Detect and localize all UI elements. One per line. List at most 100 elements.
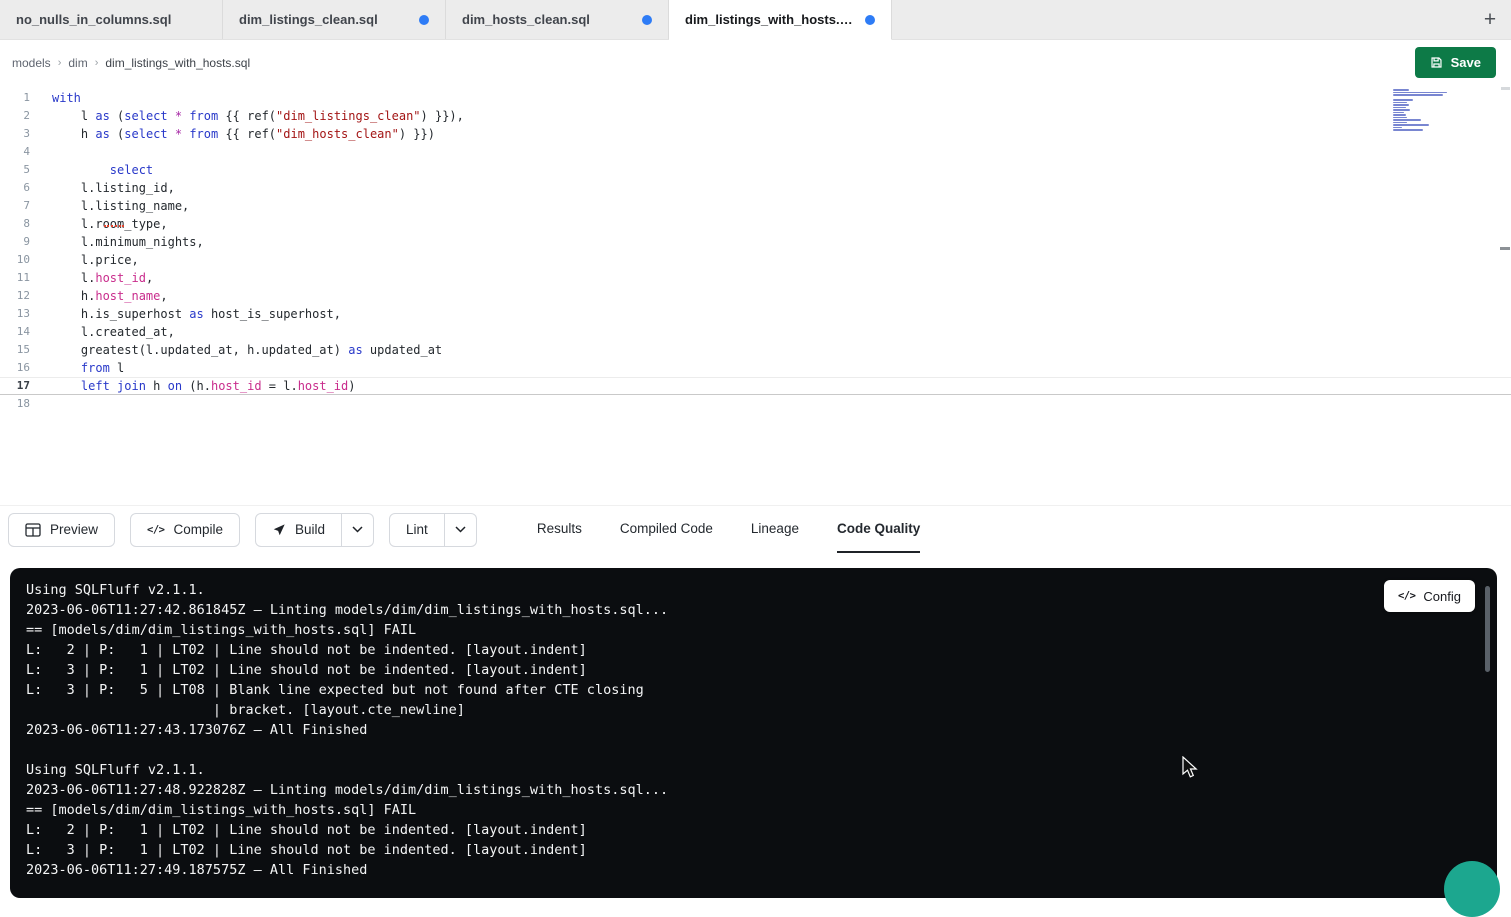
code-line[interactable]: 5 select [0, 161, 1511, 179]
build-split-button: Build [255, 513, 374, 547]
code-text: greatest(l.updated_at, h.updated_at) as … [52, 341, 442, 359]
build-button[interactable]: Build [255, 513, 342, 547]
terminal-line: L: 2 | P: 1 | LT02 | Line should not be … [26, 640, 1481, 660]
code-line[interactable]: 13 h.is_superhost as host_is_superhost, [0, 305, 1511, 323]
code-text: select [52, 161, 153, 179]
terminal-line [26, 740, 1481, 760]
file-tab-dim-listings-clean[interactable]: dim_listings_clean.sql [223, 0, 446, 39]
tab-label: Compiled Code [620, 521, 713, 536]
code-line[interactable]: 2 l as (select * from {{ ref("dim_listin… [0, 107, 1511, 125]
chevron-down-icon [352, 526, 363, 533]
lint-button[interactable]: Lint [389, 513, 445, 547]
line-number: 12 [0, 287, 30, 305]
line-number: 14 [0, 323, 30, 341]
code-line[interactable]: 11 l.host_id, [0, 269, 1511, 287]
code-line[interactable]: 4 [0, 143, 1511, 161]
code-text: l.listing_id, [52, 179, 175, 197]
breadcrumb-filename: dim_listings_with_hosts.sql [105, 56, 250, 70]
code-line[interactable]: 1with [0, 89, 1511, 107]
plus-icon: + [1484, 8, 1496, 32]
save-button[interactable]: Save [1415, 47, 1496, 78]
file-tab-dim-hosts-clean[interactable]: dim_hosts_clean.sql [446, 0, 669, 39]
help-bubble[interactable] [1444, 861, 1500, 917]
tab-lineage[interactable]: Lineage [751, 506, 799, 553]
save-button-label: Save [1451, 55, 1481, 70]
code-text: l.created_at, [52, 323, 175, 341]
file-tab-label: dim_listings_clean.sql [239, 12, 378, 27]
line-number: 15 [0, 341, 30, 359]
code-line[interactable]: 18 [0, 395, 1511, 413]
terminal-line: == [models/dim/dim_listings_with_hosts.s… [26, 800, 1481, 820]
compile-button[interactable]: </> Compile [130, 513, 240, 547]
terminal-line: L: 3 | P: 1 | LT02 | Line should not be … [26, 840, 1481, 860]
code-text: l.minimum_nights, [52, 233, 204, 251]
config-button-label: Config [1423, 589, 1461, 604]
chevron-down-icon [455, 526, 466, 533]
code-text: h.host_name, [52, 287, 168, 305]
save-icon [1430, 56, 1443, 69]
code-brackets-icon: </> [147, 524, 164, 536]
code-line[interactable]: 6 l.listing_id, [0, 179, 1511, 197]
terminal-line: 2023-06-06T11:27:48.922828Z — Linting mo… [26, 780, 1481, 800]
code-line[interactable]: 10 l.price, [0, 251, 1511, 269]
code-text: from l [52, 359, 124, 377]
line-number: 13 [0, 305, 30, 323]
build-button-label: Build [295, 522, 325, 537]
tab-compiled-code[interactable]: Compiled Code [620, 506, 713, 553]
file-tab-no-nulls-in-columns[interactable]: no_nulls_in_columns.sql [0, 0, 223, 39]
tab-results[interactable]: Results [537, 506, 582, 553]
action-toolbar: Preview </> Compile Build Lint [0, 505, 1511, 553]
file-tab-label: no_nulls_in_columns.sql [16, 12, 171, 27]
code-text: l as (select * from {{ ref("dim_listings… [52, 107, 464, 125]
unsaved-dot [419, 15, 429, 25]
terminal-panel: Using SQLFluff v2.1.1.2023-06-06T11:27:4… [10, 568, 1497, 898]
terminal-line: L: 2 | P: 1 | LT02 | Line should not be … [26, 820, 1481, 840]
build-dropdown-button[interactable] [342, 513, 374, 547]
code-line[interactable]: 3 h as (select * from {{ ref("dim_hosts_… [0, 125, 1511, 143]
unsaved-dot [642, 15, 652, 25]
code-line[interactable]: 17 left join h on (h.host_id = l.host_id… [0, 377, 1511, 395]
config-button[interactable]: </> Config [1384, 580, 1475, 612]
code-line[interactable]: 7 l.listing_name, [0, 197, 1511, 215]
code-line[interactable]: 12 h.host_name, [0, 287, 1511, 305]
line-number: 4 [0, 143, 30, 161]
code-line[interactable]: 9 l.minimum_nights, [0, 233, 1511, 251]
terminal-line: | bracket. [layout.cte_newline] [26, 700, 1481, 720]
breadcrumb-models: models [12, 56, 51, 70]
line-number: 2 [0, 107, 30, 125]
terminal-line: L: 3 | P: 1 | LT02 | Line should not be … [26, 660, 1481, 680]
line-number: 5 [0, 161, 30, 179]
lint-dropdown-button[interactable] [445, 513, 477, 547]
code-line[interactable]: 15 greatest(l.updated_at, h.updated_at) … [0, 341, 1511, 359]
file-tab-dim-listings-with-hosts[interactable]: dim_listings_with_hosts.sql [669, 0, 892, 40]
breadcrumb-dim: dim [68, 56, 87, 70]
results-tabbar: Results Compiled Code Lineage Code Quali… [537, 506, 958, 553]
code-line[interactable]: 8 l.room_type, [0, 215, 1511, 233]
table-grid-icon [25, 523, 41, 537]
code-text: l.listing_name, [52, 197, 189, 215]
minimap[interactable] [1393, 89, 1465, 131]
code-text: l.host_id, [52, 269, 153, 287]
file-tab-label: dim_listings_with_hosts.sql [685, 12, 855, 27]
preview-button-label: Preview [50, 522, 98, 537]
preview-button[interactable]: Preview [8, 513, 115, 547]
file-tab-label: dim_hosts_clean.sql [462, 12, 590, 27]
line-number: 11 [0, 269, 30, 287]
code-brackets-icon: </> [1398, 590, 1415, 602]
code-text: l.price, [52, 251, 139, 269]
scrollbar-mark [1500, 247, 1510, 250]
code-editor[interactable]: 1with2 l as (select * from {{ ref("dim_l… [0, 85, 1511, 505]
scrollbar-mark [1501, 87, 1510, 90]
code-line[interactable]: 16 from l [0, 359, 1511, 377]
line-number: 6 [0, 179, 30, 197]
terminal-line: 2023-06-06T11:27:43.173076Z — All Finish… [26, 720, 1481, 740]
tab-code-quality[interactable]: Code Quality [837, 506, 920, 553]
new-tab-button[interactable]: + [1469, 0, 1511, 39]
line-number: 18 [0, 395, 30, 413]
lint-split-button: Lint [389, 513, 477, 547]
code-line[interactable]: 14 l.created_at, [0, 323, 1511, 341]
terminal-scrollbar[interactable] [1485, 586, 1490, 672]
code-text: h.is_superhost as host_is_superhost, [52, 305, 341, 323]
breadcrumb-separator: › [95, 57, 99, 69]
unsaved-dot [865, 15, 875, 25]
